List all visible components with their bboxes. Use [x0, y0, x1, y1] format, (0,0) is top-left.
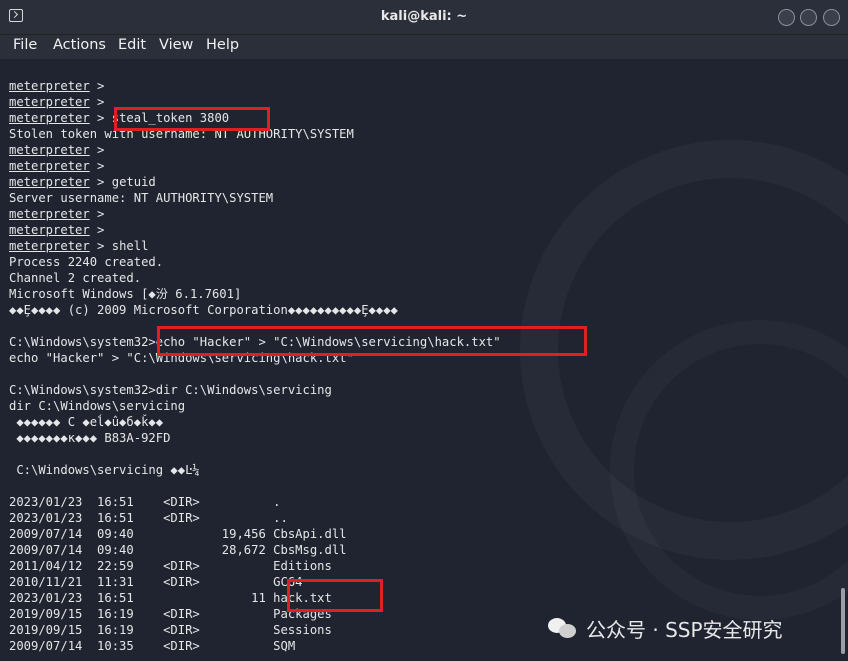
terminal-line: meterpreter > shell: [9, 238, 501, 254]
terminal-line: 2011/04/12 22:59 <DIR> Editions: [9, 558, 501, 574]
terminal-line: ◆◆◆◆◆◆◆к◆◆◆ B83A-92FD: [9, 430, 501, 446]
meterpreter-prompt: meterpreter: [9, 239, 90, 253]
terminal-line: 2009/07/14 09:40 28,672 CbsMsg.dll: [9, 542, 501, 558]
watermark-text: 公众号 · SSP安全研究: [586, 617, 783, 642]
meterpreter-prompt: meterpreter: [9, 175, 90, 189]
terminal-line-text: >: [89, 207, 105, 221]
terminal-line-text: >: [89, 223, 105, 237]
terminal-line-text: 2023/01/23 16:51 11 hack.txt: [9, 591, 332, 605]
terminal-line-text: Process 2240 created.: [9, 255, 164, 269]
terminal-line-text: >: [89, 159, 105, 173]
terminal-line-text: >: [89, 95, 105, 109]
menu-help[interactable]: Help: [206, 37, 239, 53]
terminal-lines: meterpreter > meterpreter > meterpreter > …: [9, 78, 501, 654]
close-button[interactable]: [823, 9, 840, 26]
terminal-line-text: > getuid: [89, 175, 156, 189]
terminal-line: 2023/01/23 16:51 11 hack.txt: [9, 590, 501, 606]
terminal-line-text: 2019/09/15 16:19 <DIR> Sessions: [9, 623, 332, 637]
terminal-line-text: Channel 2 created.: [9, 271, 142, 285]
scrollbar[interactable]: [841, 588, 845, 654]
terminal-line: meterpreter > getuid: [9, 174, 501, 190]
meterpreter-prompt: meterpreter: [9, 207, 90, 221]
terminal-line-text: ◆◆Ȩ◆◆◆◆ (c) 2009 Microsoft Corporation◆◆…: [9, 303, 398, 317]
menu-view[interactable]: View: [159, 37, 193, 53]
meterpreter-prompt: meterpreter: [9, 159, 90, 173]
terminal-line: 2019/09/15 16:19 <DIR> Packages: [9, 606, 501, 622]
terminal-line-text: ◆◆◆◆◆◆ C ◆еĺ◆û◆б◆ǩ◆◆: [9, 415, 164, 429]
terminal-line: 2010/11/21 11:31 <DIR> GC64: [9, 574, 501, 590]
terminal-line-text: C:\Windows\system32>dir C:\Windows\servi…: [9, 383, 332, 397]
wechat-icon: [548, 616, 578, 640]
terminal-line-text: 2023/01/23 16:51 <DIR> .: [9, 495, 281, 509]
watermark: 公众号 · SSP安全研究: [548, 613, 783, 643]
menu-file[interactable]: File: [13, 37, 37, 53]
highlight-echo-command: [157, 326, 587, 356]
terminal-line: 2023/01/23 16:51 <DIR> .: [9, 494, 501, 510]
window-title: kali@kali: ~: [380, 9, 468, 24]
terminal-line-text: >: [89, 79, 105, 93]
meterpreter-prompt: meterpreter: [9, 143, 90, 157]
terminal-line: meterpreter >: [9, 78, 501, 94]
maximize-button[interactable]: [800, 9, 817, 26]
menu-actions[interactable]: Actions: [53, 37, 106, 53]
terminal-line: 2023/01/23 16:51 <DIR> ..: [9, 510, 501, 526]
highlight-steal-token: [114, 107, 270, 131]
terminal-line-text: ◆◆◆◆◆◆◆к◆◆◆ B83A-92FD: [9, 431, 171, 445]
terminal-line-text: Microsoft Windows [◆汾 6.1.7601]: [9, 287, 242, 301]
terminal-line: Microsoft Windows [◆汾 6.1.7601]: [9, 286, 501, 302]
highlight-hack-txt: [287, 579, 383, 612]
terminal-line-text: 2009/07/14 10:35 <DIR> SQM: [9, 639, 296, 653]
terminal-line: 2019/09/15 16:19 <DIR> Sessions: [9, 622, 501, 638]
terminal-line: ◆◆◆◆◆◆ C ◆еĺ◆û◆б◆ǩ◆◆: [9, 414, 501, 430]
minimize-button[interactable]: [778, 9, 795, 26]
meterpreter-prompt: meterpreter: [9, 95, 90, 109]
meterpreter-prompt: meterpreter: [9, 111, 90, 125]
terminal-line: meterpreter >: [9, 206, 501, 222]
terminal-line: Process 2240 created.: [9, 254, 501, 270]
terminal-line-text: 2019/09/15 16:19 <DIR> Packages: [9, 607, 332, 621]
terminal-line: Channel 2 created.: [9, 270, 501, 286]
terminal-line: meterpreter >: [9, 158, 501, 174]
terminal-line-text: 2009/07/14 09:40 19,456 CbsApi.dll: [9, 527, 347, 541]
terminal-line-text: C:\Windows\servicing ◆◆Ŀ¼: [9, 463, 200, 477]
terminal-line: C:\Windows\servicing ◆◆Ŀ¼: [9, 462, 501, 478]
terminal-line: 2009/07/14 10:35 <DIR> SQM: [9, 638, 501, 654]
meterpreter-prompt: meterpreter: [9, 79, 90, 93]
terminal-line: meterpreter >: [9, 222, 501, 238]
terminal-line: C:\Windows\system32>dir C:\Windows\servi…: [9, 382, 501, 398]
title-bar: kali@kali: ~: [0, 0, 848, 35]
terminal-line: 2009/07/14 09:40 19,456 CbsApi.dll: [9, 526, 501, 542]
terminal-line: meterpreter >: [9, 142, 501, 158]
menu-bar: File Actions Edit View Help: [0, 35, 848, 59]
terminal-output[interactable]: meterpreter > meterpreter > meterpreter > …: [0, 60, 848, 661]
terminal-line-text: 2023/01/23 16:51 <DIR> ..: [9, 511, 288, 525]
terminal-line: ◆◆Ȩ◆◆◆◆ (c) 2009 Microsoft Corporation◆◆…: [9, 302, 501, 318]
terminal-line-text: dir C:\Windows\servicing: [9, 399, 186, 413]
terminal-line: dir C:\Windows\servicing: [9, 398, 501, 414]
terminal-line-text: 2011/04/12 22:59 <DIR> Editions: [9, 559, 332, 573]
meterpreter-prompt: meterpreter: [9, 223, 90, 237]
terminal-line-text: 2010/11/21 11:31 <DIR> GC64: [9, 575, 303, 589]
terminal-line: Server username: NT AUTHORITY\SYSTEM: [9, 190, 501, 206]
terminal-line-text: >: [89, 143, 105, 157]
menu-edit[interactable]: Edit: [118, 37, 146, 53]
terminal-line-text: > shell: [89, 239, 149, 253]
terminal-line-text: Server username: NT AUTHORITY\SYSTEM: [9, 191, 274, 205]
terminal-line-text: 2009/07/14 09:40 28,672 CbsMsg.dll: [9, 543, 347, 557]
